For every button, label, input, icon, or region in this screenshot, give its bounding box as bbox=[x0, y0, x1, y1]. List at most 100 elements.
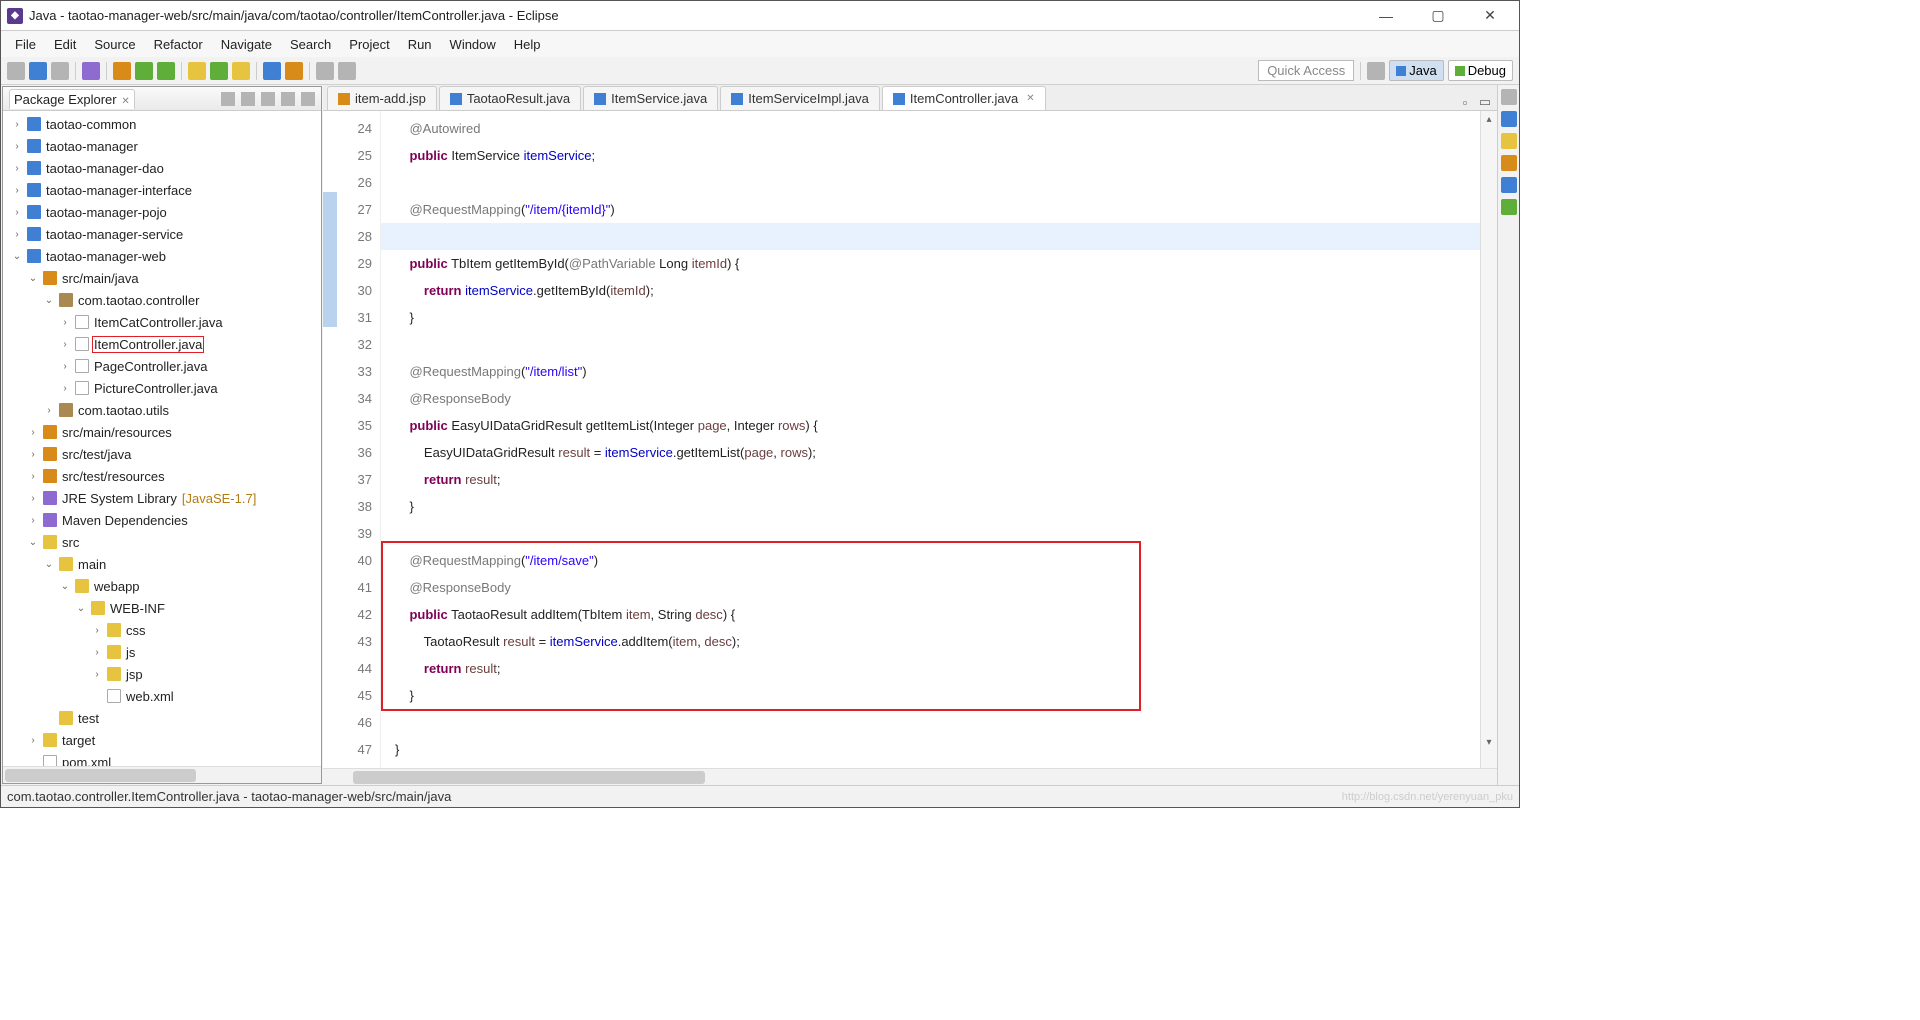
javadoc-icon[interactable] bbox=[1501, 177, 1517, 193]
tree-item[interactable]: ›ItemCatController.java bbox=[9, 311, 321, 333]
coverage-icon[interactable] bbox=[157, 62, 175, 80]
horizontal-scrollbar[interactable] bbox=[3, 766, 321, 783]
code-line[interactable]: } bbox=[395, 682, 1480, 709]
code-line[interactable]: } bbox=[395, 493, 1480, 520]
twisty-icon[interactable]: › bbox=[11, 119, 23, 130]
tree-item[interactable]: ⌄com.taotao.controller bbox=[9, 289, 321, 311]
code-line[interactable]: @RequestMapping("/item/{itemId}") bbox=[395, 196, 1480, 223]
tree-item[interactable]: ›com.taotao.utils bbox=[9, 399, 321, 421]
collapse-all-icon[interactable] bbox=[221, 92, 235, 106]
tree-item[interactable]: ›taotao-manager-pojo bbox=[9, 201, 321, 223]
twisty-icon[interactable]: › bbox=[59, 383, 71, 394]
code-line[interactable]: @ResponseBody bbox=[395, 574, 1480, 601]
tree-item[interactable]: ›css bbox=[9, 619, 321, 641]
menu-edit[interactable]: Edit bbox=[46, 34, 84, 55]
openfile-icon[interactable] bbox=[263, 62, 281, 80]
tree-item[interactable]: ⌄src/main/java bbox=[9, 267, 321, 289]
menu-window[interactable]: Window bbox=[442, 34, 504, 55]
twisty-icon[interactable]: ⌄ bbox=[43, 295, 55, 306]
tree-item[interactable]: ›ItemController.java bbox=[9, 333, 321, 355]
twisty-icon[interactable]: › bbox=[27, 427, 39, 438]
tree-item[interactable]: ›taotao-common bbox=[9, 113, 321, 135]
tree-item[interactable]: ›taotao-manager-dao bbox=[9, 157, 321, 179]
twisty-icon[interactable]: › bbox=[91, 669, 103, 680]
newpkg-icon[interactable] bbox=[188, 62, 206, 80]
debug-icon[interactable] bbox=[113, 62, 131, 80]
twisty-icon[interactable]: ⌄ bbox=[27, 537, 39, 548]
tree-item[interactable]: web.xml bbox=[9, 685, 321, 707]
code-line[interactable]: public TbItem getItemById(@PathVariable … bbox=[395, 250, 1480, 277]
minimize-view-icon[interactable] bbox=[281, 92, 295, 106]
tree-item[interactable]: ›jsp bbox=[9, 663, 321, 685]
menu-run[interactable]: Run bbox=[400, 34, 440, 55]
code-line[interactable]: public ItemService itemService; bbox=[395, 142, 1480, 169]
maximize-view-icon[interactable] bbox=[301, 92, 315, 106]
menu-search[interactable]: Search bbox=[282, 34, 339, 55]
twisty-icon[interactable]: › bbox=[43, 405, 55, 416]
vertical-scrollbar[interactable]: ▴ ▾ bbox=[1480, 111, 1497, 768]
menu-source[interactable]: Source bbox=[86, 34, 143, 55]
menu-navigate[interactable]: Navigate bbox=[213, 34, 280, 55]
minimize-button[interactable]: — bbox=[1363, 1, 1409, 31]
tree-item[interactable]: ⌄taotao-manager-web bbox=[9, 245, 321, 267]
tree-item[interactable]: ⌄src bbox=[9, 531, 321, 553]
code-line[interactable]: EasyUIDataGridResult result = itemServic… bbox=[395, 439, 1480, 466]
code-line[interactable]: return itemService.getItemById(itemId); bbox=[395, 277, 1480, 304]
perspective-java[interactable]: Java bbox=[1389, 60, 1443, 81]
editor-tab[interactable]: ItemController.java✕ bbox=[882, 86, 1046, 110]
junit-icon[interactable] bbox=[1501, 199, 1517, 215]
tree-item[interactable]: ›Maven Dependencies bbox=[9, 509, 321, 531]
twisty-icon[interactable]: › bbox=[59, 317, 71, 328]
maximize-editor-icon[interactable]: ▭ bbox=[1477, 94, 1493, 110]
forward-icon[interactable] bbox=[338, 62, 356, 80]
twisty-icon[interactable]: › bbox=[11, 185, 23, 196]
saveall-icon[interactable] bbox=[51, 62, 69, 80]
code-line[interactable]: return result; bbox=[395, 466, 1480, 493]
twisty-icon[interactable]: › bbox=[27, 493, 39, 504]
toggle-icon[interactable] bbox=[82, 62, 100, 80]
markers-icon[interactable] bbox=[1501, 133, 1517, 149]
code-line[interactable] bbox=[395, 169, 1480, 196]
tree-item[interactable]: pom.xml bbox=[9, 751, 321, 766]
view-menu-icon[interactable] bbox=[261, 92, 275, 106]
tree-item[interactable]: ›taotao-manager-service bbox=[9, 223, 321, 245]
code-line[interactable]: public TaotaoResult addItem(TbItem item,… bbox=[395, 601, 1480, 628]
quick-access-input[interactable]: Quick Access bbox=[1258, 60, 1354, 81]
link-editor-icon[interactable] bbox=[241, 92, 255, 106]
twisty-icon[interactable]: ⌄ bbox=[27, 273, 39, 284]
editor-tab[interactable]: ItemService.java bbox=[583, 86, 718, 110]
twisty-icon[interactable]: › bbox=[11, 207, 23, 218]
tree-item[interactable]: ›js bbox=[9, 641, 321, 663]
open-perspective-icon[interactable] bbox=[1367, 62, 1385, 80]
twisty-icon[interactable]: › bbox=[27, 735, 39, 746]
twisty-icon[interactable]: › bbox=[91, 625, 103, 636]
tree-item[interactable]: ›src/main/resources bbox=[9, 421, 321, 443]
tree-item[interactable]: ›PageController.java bbox=[9, 355, 321, 377]
save-icon[interactable] bbox=[29, 62, 47, 80]
twisty-icon[interactable]: ⌄ bbox=[11, 251, 23, 262]
tree-item[interactable]: test bbox=[9, 707, 321, 729]
tree-item[interactable]: ⌄webapp bbox=[9, 575, 321, 597]
tree-item[interactable]: ›PictureController.java bbox=[9, 377, 321, 399]
new-icon[interactable] bbox=[7, 62, 25, 80]
menu-project[interactable]: Project bbox=[341, 34, 397, 55]
twisty-icon[interactable]: › bbox=[91, 647, 103, 658]
code-line[interactable]: public EasyUIDataGridResult getItemList(… bbox=[395, 412, 1480, 439]
editor-tab[interactable]: item-add.jsp bbox=[327, 86, 437, 110]
tree-item[interactable]: ›target bbox=[9, 729, 321, 751]
newfolder-icon[interactable] bbox=[232, 62, 250, 80]
tree-item[interactable]: ⌄WEB-INF bbox=[9, 597, 321, 619]
twisty-icon[interactable]: › bbox=[11, 141, 23, 152]
code-line[interactable]: TaotaoResult result = itemService.addIte… bbox=[395, 628, 1480, 655]
twisty-icon[interactable]: › bbox=[59, 361, 71, 372]
code-line[interactable]: } bbox=[395, 736, 1480, 763]
code-line[interactable] bbox=[395, 331, 1480, 358]
code-editor[interactable]: 2425262728293031323334353637383940414243… bbox=[323, 111, 1497, 768]
editor-hscroll[interactable] bbox=[323, 768, 1497, 785]
menu-file[interactable]: File bbox=[7, 34, 44, 55]
editor-tab[interactable]: ItemServiceImpl.java bbox=[720, 86, 880, 110]
twisty-icon[interactable]: ⌄ bbox=[43, 559, 55, 570]
tree-item[interactable]: ›taotao-manager bbox=[9, 135, 321, 157]
code-line[interactable]: @RequestMapping("/item/list") bbox=[395, 358, 1480, 385]
twisty-icon[interactable]: ⌄ bbox=[75, 603, 87, 614]
